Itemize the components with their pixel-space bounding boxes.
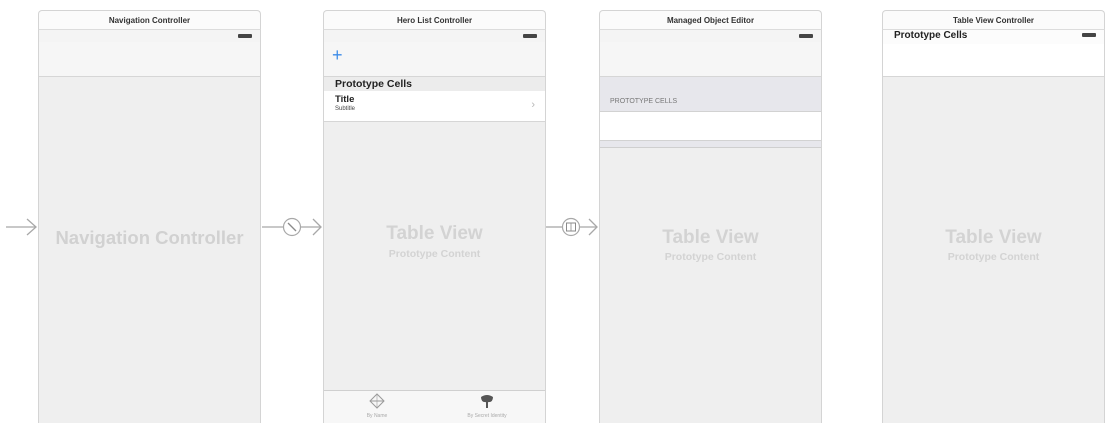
tab-label: By Secret Identity	[467, 413, 507, 419]
status-bar	[600, 30, 821, 42]
scene-title[interactable]: Navigation Controller	[38, 10, 261, 30]
table-view-controller-scene[interactable]: Table View Controller Prototype Cells Ta…	[882, 10, 1105, 423]
cell-title: Title	[335, 94, 355, 105]
battery-icon	[799, 34, 813, 38]
tab-by-secret-identity[interactable]: By Secret Identity	[452, 393, 522, 420]
relationship-icon	[282, 217, 302, 237]
tab-bar: By Name By Secret Identity	[324, 390, 545, 423]
compass-icon	[342, 393, 412, 409]
managed-object-editor-scene[interactable]: Managed Object Editor PROTOTYPE CELLS Ta…	[599, 10, 822, 423]
navigation-bar[interactable]	[39, 42, 260, 77]
prototype-cell[interactable]	[600, 111, 821, 141]
table-view-placeholder: Table View	[945, 227, 1042, 248]
initial-entry-arrow	[6, 218, 37, 236]
device-frame: Prototype Cells Table View Prototype Con…	[882, 30, 1105, 423]
scene-title[interactable]: Managed Object Editor	[599, 10, 822, 30]
prototype-content-placeholder: Prototype Content	[388, 248, 481, 260]
scene-title[interactable]: Hero List Controller	[323, 10, 546, 30]
navigation-controller-scene[interactable]: Navigation Controller Navigation Control…	[38, 10, 261, 423]
hero-list-controller-scene[interactable]: Hero List Controller + Prototype Cells T…	[323, 10, 546, 423]
status-bar	[39, 30, 260, 42]
prototype-cell[interactable]	[883, 44, 1104, 77]
tab-by-name[interactable]: By Name	[342, 393, 412, 420]
prototype-cell[interactable]: Title Subtitle ›	[324, 91, 545, 122]
prototype-cells-header: PROTOTYPE CELLS	[600, 95, 821, 111]
prototype-cells-header: Prototype Cells	[883, 30, 1104, 44]
prototype-cells-label: Prototype Cells	[894, 30, 968, 41]
device-frame: Navigation Controller	[38, 30, 261, 423]
device-frame: PROTOTYPE CELLS Table View Prototype Con…	[599, 30, 822, 423]
scene-title[interactable]: Table View Controller	[882, 10, 1105, 30]
device-frame: + Prototype Cells Title Subtitle › Table…	[323, 30, 546, 423]
navigation-bar[interactable]: +	[324, 42, 545, 77]
cell-subtitle: Subtitle	[335, 106, 356, 112]
mask-icon	[452, 393, 522, 409]
navigation-bar[interactable]	[600, 42, 821, 77]
table-view-placeholder: Table View	[386, 223, 483, 244]
relationship-segue[interactable]	[262, 217, 322, 237]
grouped-footer	[600, 141, 821, 148]
status-bar	[324, 30, 545, 42]
placeholder-label: Navigation Controller	[55, 227, 244, 248]
tab-label: By Name	[366, 413, 388, 419]
table-view-placeholder: Table View	[662, 227, 759, 248]
chevron-right-icon: ›	[531, 99, 535, 111]
battery-icon	[238, 34, 252, 38]
battery-icon	[523, 34, 537, 38]
prototype-content-placeholder: Prototype Content	[947, 251, 1040, 263]
show-segue-icon	[561, 217, 581, 237]
grouped-spacer	[600, 77, 821, 95]
show-segue[interactable]	[546, 217, 598, 237]
prototype-content-placeholder: Prototype Content	[664, 251, 757, 263]
prototype-cells-header: Prototype Cells	[324, 77, 545, 91]
add-icon[interactable]: +	[332, 45, 343, 65]
battery-icon	[1082, 33, 1096, 37]
